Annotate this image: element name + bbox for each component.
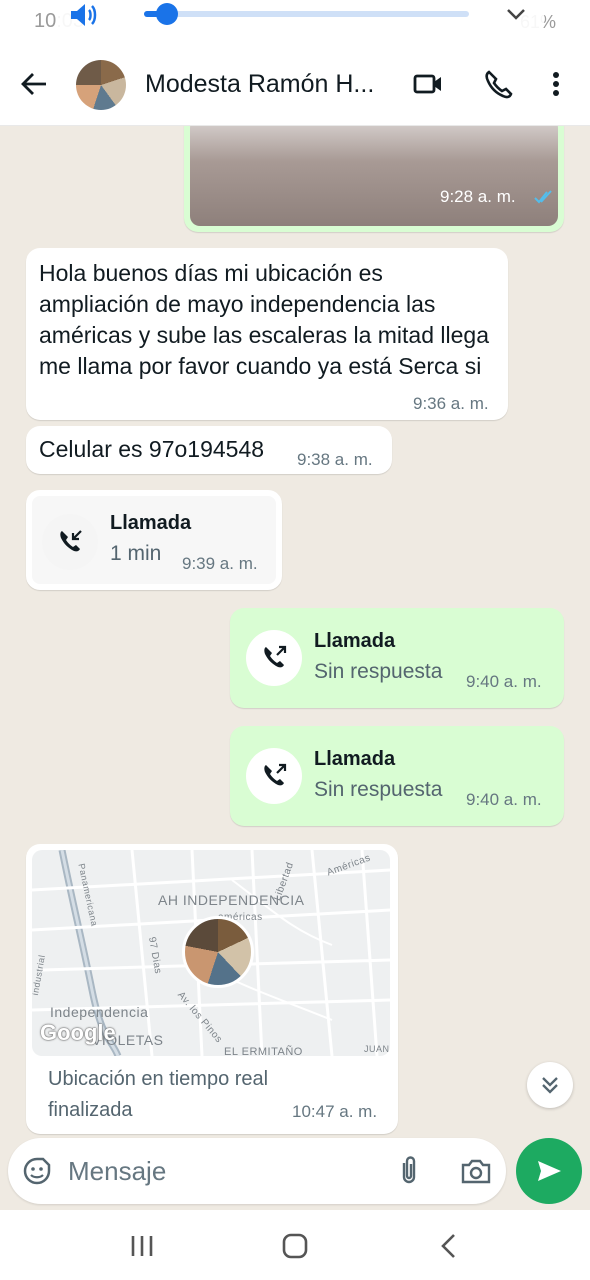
call-message[interactable]: Llamada Sin respuesta 9:40 a. m. [230, 608, 564, 708]
call-status: Sin respuesta [314, 660, 443, 683]
map-label: EL ERMITAÑO [224, 1046, 303, 1056]
video-call-icon[interactable] [412, 68, 444, 100]
read-receipt-icon [534, 190, 552, 204]
live-location-message[interactable]: AH INDEPENDENCIA Libertad Américas améri… [26, 844, 398, 1134]
message-time: 9:38 a. m. [297, 450, 373, 469]
incoming-call-icon [60, 530, 82, 552]
image-thumbnail[interactable] [190, 126, 558, 226]
call-message[interactable]: Llamada Sin respuesta 9:40 a. m. [230, 726, 564, 826]
message-composer [8, 1138, 506, 1204]
map-label: JUAN D [364, 1044, 390, 1054]
message-time: 9:28 a. m. [440, 187, 516, 206]
scroll-down-icon [542, 1077, 558, 1094]
text-message[interactable]: Hola buenos días mi ubicación es ampliac… [26, 248, 508, 420]
home-icon[interactable] [281, 1232, 309, 1260]
sticker-icon[interactable] [22, 1156, 52, 1186]
contact-name[interactable]: Modesta Ramón H... [145, 70, 395, 99]
call-duration: 1 min [110, 542, 162, 565]
attach-icon[interactable] [394, 1155, 424, 1187]
chat-header: Modesta Ramón H... [0, 40, 590, 126]
message-text: Hola buenos días mi ubicación es ampliac… [39, 260, 489, 379]
call-status: Sin respuesta [314, 778, 443, 801]
phone-icon[interactable] [481, 68, 513, 100]
message-text: Celular es 97o194548 [39, 436, 265, 462]
message-input[interactable] [68, 1152, 368, 1190]
call-icon-circle [246, 748, 302, 804]
image-message[interactable]: 9:28 a. m. [184, 126, 564, 232]
nav-back-icon[interactable] [436, 1232, 464, 1260]
back-arrow-icon[interactable] [20, 70, 48, 98]
message-time: 10:47 a. m. [292, 1102, 378, 1121]
outgoing-call-icon [264, 645, 287, 668]
map-preview[interactable]: AH INDEPENDENCIA Libertad Américas améri… [32, 850, 390, 1056]
chevron-down-icon[interactable] [504, 2, 528, 26]
call-icon-circle [42, 514, 98, 570]
location-avatar [182, 916, 254, 988]
scroll-down-button[interactable] [527, 1062, 573, 1108]
outgoing-call-icon [264, 763, 287, 786]
volume-panel [56, 0, 544, 36]
text-message[interactable]: Celular es 97o194548 9:38 a. m. [26, 426, 392, 474]
volume-knob[interactable] [155, 3, 178, 25]
location-caption: Ubicación en tiempo real finalizada [48, 1068, 269, 1121]
message-time: 9:40 a. m. [466, 672, 542, 691]
map-label: Independencia [50, 1004, 149, 1020]
message-time: 9:40 a. m. [466, 790, 542, 809]
send-button[interactable] [516, 1138, 582, 1204]
send-icon [538, 1161, 561, 1181]
system-nav-bar [0, 1210, 590, 1280]
call-message[interactable]: Llamada 1 min 9:39 a. m. [26, 490, 282, 590]
avatar[interactable] [76, 60, 126, 110]
camera-icon[interactable] [460, 1156, 492, 1186]
call-title: Llamada [110, 512, 192, 534]
recents-icon[interactable] [128, 1232, 156, 1260]
message-time: 9:39 a. m. [182, 554, 258, 573]
message-time: 9:36 a. m. [413, 394, 489, 413]
volume-icon[interactable] [68, 1, 100, 29]
chat-area[interactable]: 9:28 a. m. Hola buenos días mi ubicación… [0, 126, 590, 1210]
call-icon-circle [246, 630, 302, 686]
call-title: Llamada [314, 748, 396, 770]
google-logo: Google [40, 1020, 116, 1045]
call-title: Llamada [314, 630, 396, 652]
more-vert-icon[interactable] [546, 68, 566, 100]
volume-slider[interactable] [144, 3, 469, 25]
